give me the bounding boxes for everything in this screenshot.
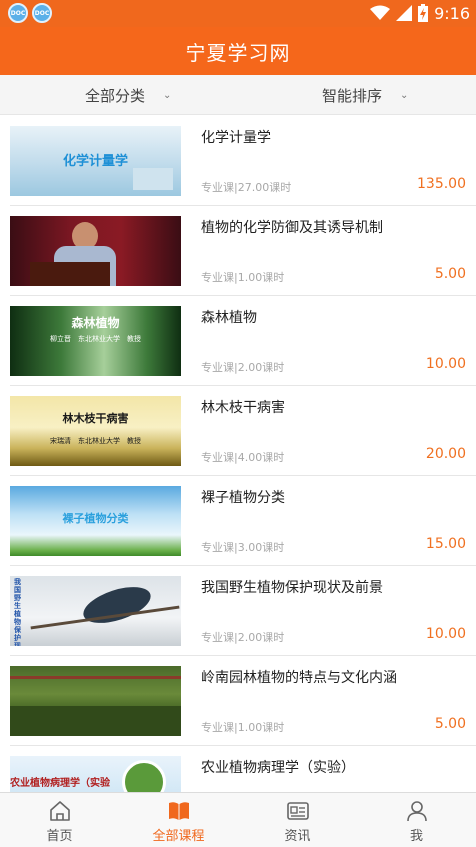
course-item[interactable]: 岭南园林植物的特点与文化内涵 专业课|1.00课时 5.00: [0, 656, 476, 746]
chevron-down-icon: ⌄: [163, 89, 172, 101]
app-header: 宁夏学习网: [0, 27, 476, 75]
course-price: 135.00: [417, 176, 466, 192]
course-thumbnail: 化学计量学: [10, 126, 181, 196]
course-item[interactable]: 森林植物 柳立晋 东北林业大学 教授 森林植物 专业课|2.00课时 10.00: [0, 296, 476, 386]
course-list-screen: DOC DOC 9:16 宁夏学习网 全部分类 ⌄ 智能排序 ⌄ 化学计量学 化…: [0, 0, 476, 847]
course-price: 15.00: [425, 536, 466, 552]
course-meta: 专业课|1.00课时: [201, 271, 285, 284]
course-price: 5.00: [434, 716, 466, 732]
podium: [30, 262, 110, 286]
wifi-icon: [370, 5, 391, 20]
course-item[interactable]: 我国野生植物保护现状及前景 我国野生植物保护现状及前景 专业课|2.00课时 1…: [0, 566, 476, 656]
course-price: 10.00: [425, 626, 466, 642]
thumbnail-decoration: [122, 760, 166, 792]
nav-news-label: 资讯: [284, 829, 311, 844]
course-title: 森林植物: [201, 310, 257, 326]
course-title: 化学计量学: [201, 130, 271, 146]
nav-me[interactable]: 我: [357, 793, 476, 847]
course-thumbnail: 裸子植物分类: [10, 486, 181, 556]
course-item[interactable]: 植物的化学防御及其诱导机制 专业课|1.00课时 5.00: [0, 206, 476, 296]
chevron-down-icon: ⌄: [400, 89, 409, 101]
course-price: 10.00: [425, 356, 466, 372]
course-title: 岭南园林植物的特点与文化内涵: [201, 670, 397, 686]
bird-figure: [79, 579, 155, 631]
course-list: 化学计量学 化学计量学 专业课|27.00课时 135.00 植物的化学防御及其…: [0, 116, 476, 792]
home-icon: [49, 801, 70, 821]
course-price: 20.00: [425, 446, 466, 462]
course-title: 我国野生植物保护现状及前景: [201, 580, 383, 596]
course-thumbnail: 我国野生植物保护现状及前景: [10, 576, 181, 646]
user-icon: [406, 801, 427, 822]
thumbnail-caption: 农业植物病理学（实验: [10, 778, 110, 789]
sort-filter[interactable]: 智能排序 ⌄: [322, 75, 408, 115]
course-meta: 专业课|1.00课时: [201, 721, 285, 734]
course-thumbnail: 森林植物 柳立晋 东北林业大学 教授: [10, 306, 181, 376]
course-price: 5.00: [434, 266, 466, 282]
course-thumbnail: [10, 216, 181, 286]
course-title: 裸子植物分类: [201, 490, 285, 506]
thumbnail-subcaption: 宋瑞清 东北林业大学 教授: [50, 437, 141, 445]
foliage: [10, 706, 181, 736]
nav-me-label: 我: [409, 829, 423, 844]
course-item[interactable]: 裸子植物分类 裸子植物分类 专业课|3.00课时 15.00: [0, 476, 476, 566]
status-bar: DOC DOC 9:16: [0, 0, 476, 27]
page-title: 宁夏学习网: [185, 40, 291, 65]
course-item[interactable]: 农业植物病理学（实验 农业植物病理学（实验）: [0, 746, 476, 792]
course-title: 农业植物病理学（实验）: [201, 760, 355, 776]
course-meta: 专业课|4.00课时: [201, 451, 285, 464]
course-meta: 专业课|27.00课时: [201, 181, 292, 194]
thumbnail-caption: 化学计量学: [62, 154, 128, 169]
thumbnail-caption: 我国野生植物保护现状及前景: [14, 578, 21, 646]
nav-home-label: 首页: [46, 829, 73, 844]
thumbnail-subcaption: 柳立晋 东北林业大学 教授: [50, 335, 141, 343]
filter-bar: 全部分类 ⌄ 智能排序 ⌄: [0, 75, 476, 115]
sort-filter-label: 智能排序: [322, 86, 383, 105]
thumbnail-caption: 森林植物: [71, 316, 120, 330]
nav-home[interactable]: 首页: [0, 793, 119, 847]
course-title: 林木枝干病害: [201, 400, 285, 416]
thumbnail-caption: 林木枝干病害: [62, 412, 129, 425]
battery-charging-icon: [418, 4, 429, 22]
trellis-beam: [10, 676, 181, 679]
book-icon: [168, 802, 189, 820]
thumbnail-caption: 裸子植物分类: [62, 512, 129, 525]
app-notification-icon: DOC: [32, 3, 52, 23]
app-notification-icon: DOC: [8, 3, 28, 23]
course-meta: 专业课|2.00课时: [201, 361, 285, 374]
nav-all-courses-label: 全部课程: [152, 829, 205, 844]
signal-icon: [396, 5, 413, 21]
course-meta: 专业课|2.00课时: [201, 631, 285, 644]
category-filter-label: 全部分类: [85, 86, 146, 105]
course-item[interactable]: 林木枝干病害 宋瑞清 东北林业大学 教授 林木枝干病害 专业课|4.00课时 2…: [0, 386, 476, 476]
bottom-nav: 首页 全部课程 资讯 我: [0, 792, 476, 847]
nav-news[interactable]: 资讯: [238, 793, 357, 847]
course-title: 植物的化学防御及其诱导机制: [201, 220, 383, 236]
thumbnail-decoration: [133, 168, 173, 190]
news-icon: [286, 802, 309, 820]
nav-all-courses[interactable]: 全部课程: [119, 793, 238, 847]
course-thumbnail: [10, 666, 181, 736]
course-meta: 专业课|3.00课时: [201, 541, 285, 554]
clock: 9:16: [434, 3, 470, 23]
course-thumbnail: 林木枝干病害 宋瑞清 东北林业大学 教授: [10, 396, 181, 466]
category-filter[interactable]: 全部分类 ⌄: [85, 75, 171, 115]
course-item[interactable]: 化学计量学 化学计量学 专业课|27.00课时 135.00: [0, 116, 476, 206]
course-thumbnail: 农业植物病理学（实验: [10, 756, 181, 792]
